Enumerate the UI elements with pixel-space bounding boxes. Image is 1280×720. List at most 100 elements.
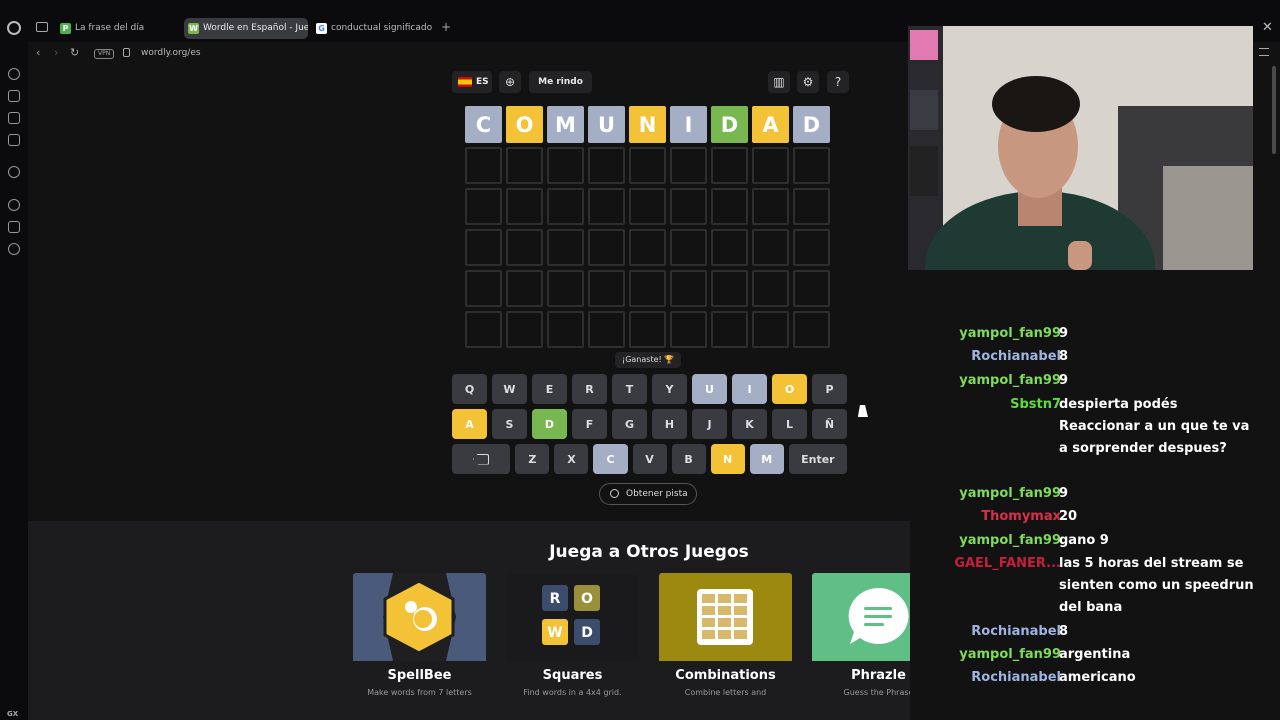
key-v[interactable]: V [632, 444, 667, 474]
game-card-squares[interactable]: R O W D Squares Find words in a 4x4 grid… [506, 573, 639, 703]
tab-favicon-icon: P [60, 23, 71, 34]
workspaces-icon[interactable] [36, 22, 48, 32]
key-k[interactable]: K [732, 409, 767, 439]
key-b[interactable]: B [671, 444, 706, 474]
chat-username[interactable]: Rochianabel [971, 346, 1061, 368]
key-d[interactable]: D [532, 409, 567, 439]
key-p[interactable]: P [812, 374, 847, 404]
key-j[interactable]: J [692, 409, 727, 439]
chat-text: despierta podés Reaccionar a un que te v… [1059, 397, 1250, 456]
key-s[interactable]: S [492, 409, 527, 439]
new-tab-icon[interactable]: + [440, 21, 452, 33]
board-tile: U [588, 106, 625, 143]
key-i[interactable]: I [732, 374, 767, 404]
chat-text: argentina [1059, 647, 1131, 662]
chat-username[interactable]: yampol_fan99 [959, 644, 1061, 666]
tab-wordle[interactable]: W Wordle en Español - Juego [184, 18, 308, 39]
chat-username[interactable]: Thomymax [981, 506, 1061, 528]
key-r[interactable]: R [572, 374, 607, 404]
board-tile [793, 229, 830, 266]
url-field[interactable]: wordly.org/es [141, 48, 201, 58]
page-scrollbar[interactable] [1271, 66, 1277, 706]
game-description: Make words from 7 letters [367, 688, 472, 697]
board-tile [588, 229, 625, 266]
game-card-spellbee[interactable]: SpellBee Make words from 7 letters [353, 573, 486, 703]
key-m[interactable]: M [749, 444, 784, 474]
key-c[interactable]: C [593, 444, 628, 474]
key-h[interactable]: H [652, 409, 687, 439]
chat-username[interactable]: yampol_fan99 [959, 530, 1061, 552]
chat-message: GAEL_FANER... las 5 horas del stream se s… [910, 553, 1270, 619]
board-tile [670, 311, 707, 348]
settings-button[interactable]: ⚙ [797, 71, 819, 93]
opera-logo-icon[interactable] [7, 21, 21, 35]
chatgpt-icon[interactable] [8, 166, 20, 178]
help-button[interactable]: ? [827, 71, 849, 93]
give-up-button[interactable]: Me rindo [529, 71, 592, 93]
key-t[interactable]: T [612, 374, 647, 404]
svg-text:O: O [581, 591, 593, 607]
key-u[interactable]: U [692, 374, 727, 404]
board-tile [793, 311, 830, 348]
board-tile [547, 270, 584, 307]
back-icon[interactable]: ‹ [36, 46, 40, 59]
key-w[interactable]: W [492, 374, 527, 404]
chat-username[interactable]: Rochianabel [971, 621, 1061, 643]
key-x[interactable]: X [554, 444, 589, 474]
key-y[interactable]: Y [652, 374, 687, 404]
key-f[interactable]: F [572, 409, 607, 439]
key-a[interactable]: A [452, 409, 487, 439]
menu-icon[interactable] [1259, 48, 1269, 56]
key-g[interactable]: G [612, 409, 647, 439]
reload-icon[interactable]: ↻ [70, 46, 79, 59]
enter-key[interactable]: Enter [788, 444, 848, 474]
chat-username[interactable]: GAEL_FANER... [954, 553, 1061, 575]
forward-icon[interactable]: › [54, 46, 58, 59]
stats-button[interactable]: ▥ [768, 71, 790, 93]
chat-text: gano 9 [1059, 533, 1109, 548]
pinboard-icon[interactable] [8, 112, 20, 124]
lock-icon[interactable] [123, 48, 130, 57]
gx-logo-icon[interactable]: GX [7, 710, 18, 718]
key-e[interactable]: E [532, 374, 567, 404]
chat-text: 9 [1059, 486, 1069, 501]
board-tile: C [465, 106, 502, 143]
chat-message: yampol_fan99 argentina [910, 644, 1270, 666]
history-icon[interactable] [8, 199, 20, 211]
bookmarks-icon[interactable] [8, 90, 20, 102]
bar-chart-icon: ▥ [773, 75, 785, 89]
chat-username[interactable]: yampol_fan99 [959, 323, 1061, 345]
tab-frase-del-dia[interactable]: P La frase del día [56, 18, 180, 39]
lightbulb-icon [610, 489, 619, 498]
language-button[interactable]: ES [452, 71, 492, 93]
settings-gear-icon[interactable] [8, 243, 20, 255]
chat-username[interactable]: Rochianabel [971, 667, 1061, 689]
chat-username[interactable]: yampol_fan99 [959, 370, 1061, 392]
chat-text: americano [1059, 670, 1136, 685]
board-tile [752, 229, 789, 266]
tab-conductual[interactable]: G conductual significado - B [312, 18, 434, 39]
key-z[interactable]: Z [515, 444, 550, 474]
scrollbar-thumb[interactable] [1272, 66, 1276, 154]
extensions-icon[interactable] [8, 221, 20, 233]
key-n[interactable]: N [710, 444, 745, 474]
key-ñ[interactable]: Ñ [812, 409, 847, 439]
chat-username[interactable]: Sbstn7 [1010, 394, 1061, 416]
chat-username[interactable]: yampol_fan99 [959, 483, 1061, 505]
vpn-badge[interactable]: VPN [94, 49, 115, 59]
board-tile [711, 311, 748, 348]
streamer-webcam [908, 26, 1253, 270]
key-q[interactable]: Q [452, 374, 487, 404]
messenger-icon[interactable] [8, 134, 20, 146]
svg-text:D: D [581, 625, 593, 641]
board-tile [670, 188, 707, 225]
close-window-icon[interactable]: ✕ [1262, 20, 1273, 35]
backspace-key[interactable] [452, 444, 511, 474]
key-l[interactable]: L [772, 409, 807, 439]
speed-dial-icon[interactable] [8, 68, 20, 80]
game-card-combinations[interactable]: Combinations Combine letters and [659, 573, 792, 703]
new-game-button[interactable]: ⊕ [499, 71, 521, 93]
key-o[interactable]: O [772, 374, 807, 404]
keyboard-row: QWERTYUIOP [452, 374, 847, 404]
hint-button[interactable]: Obtener pista [599, 483, 697, 505]
